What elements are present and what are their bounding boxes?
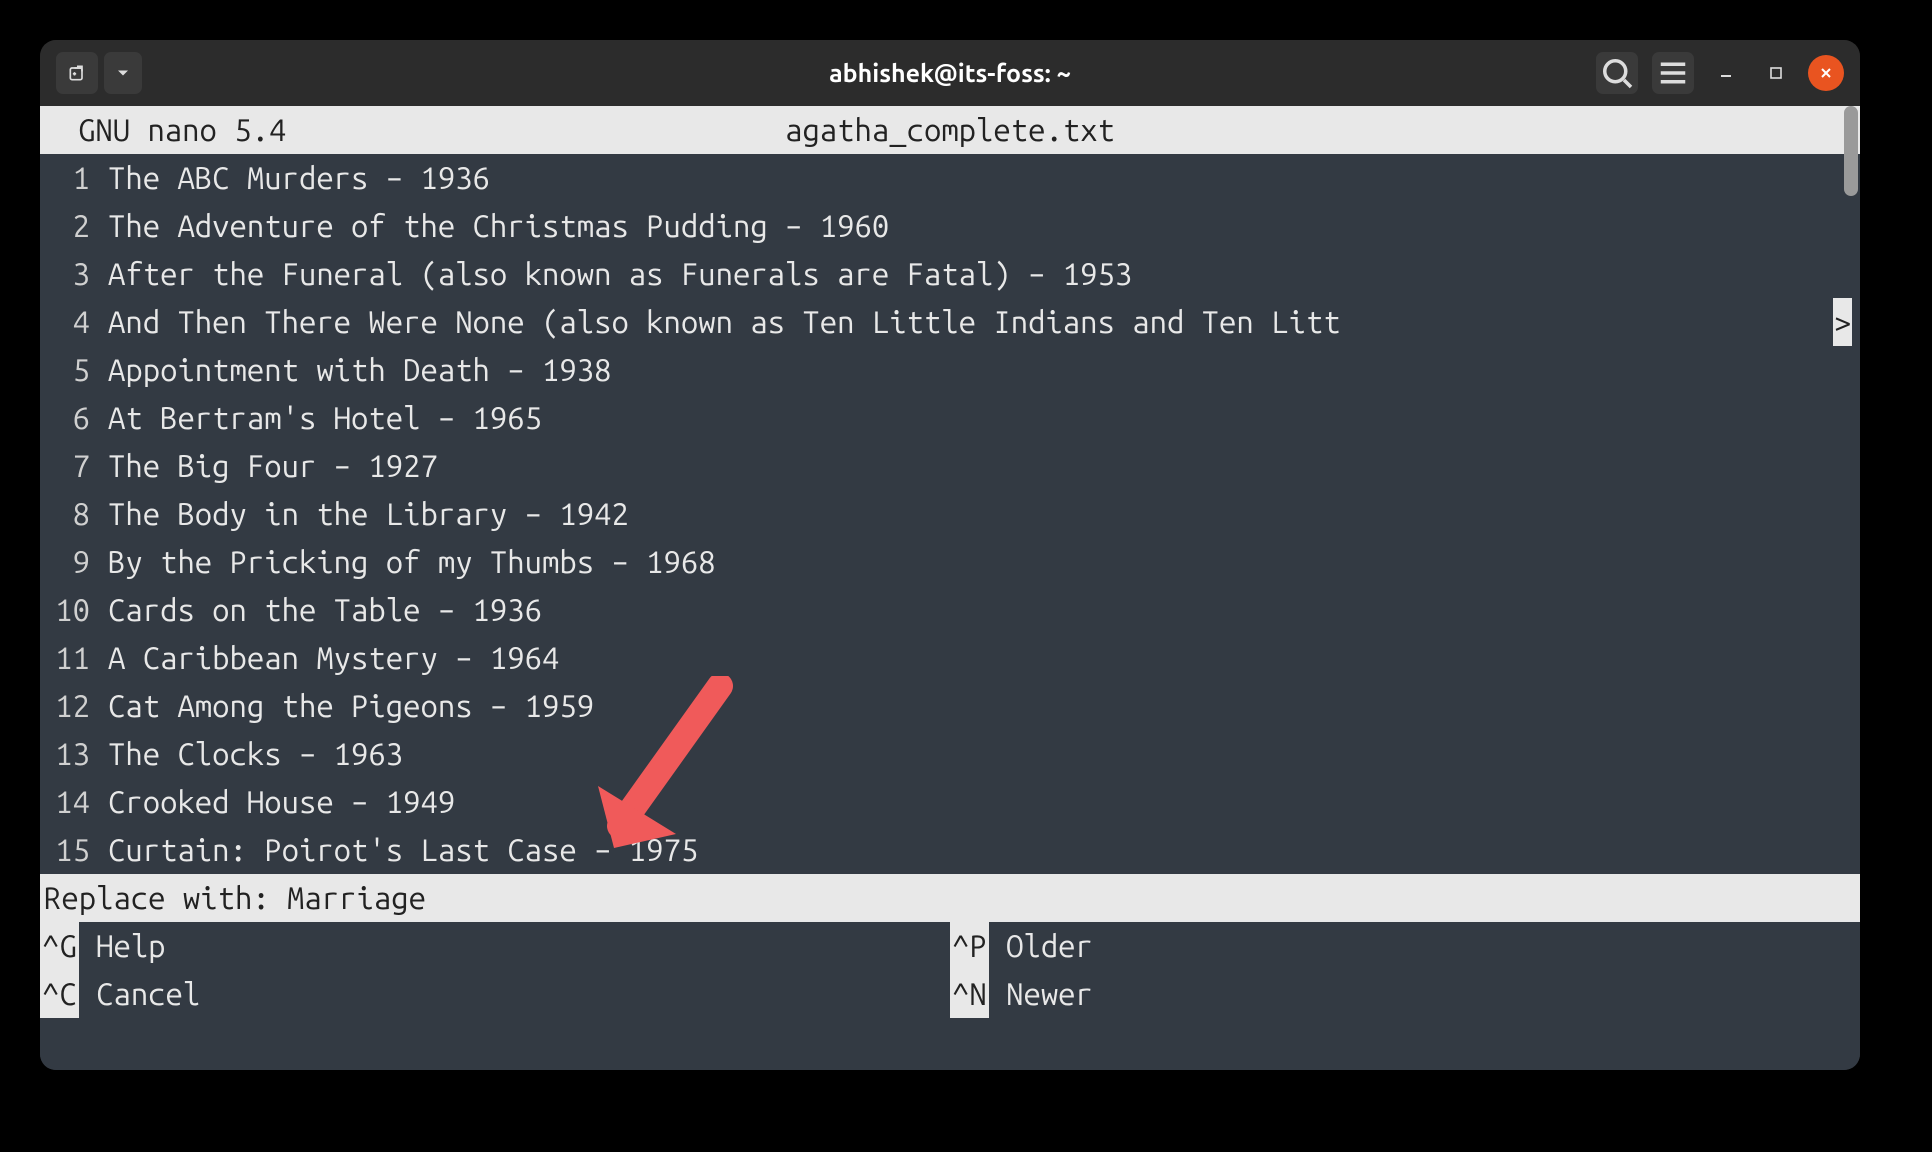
close-icon bbox=[1819, 66, 1833, 80]
line-number: 7 bbox=[40, 442, 90, 490]
line-text: The Body in the Library – 1942 bbox=[90, 490, 629, 538]
line-text: By the Pricking of my Thumbs – 1968 bbox=[90, 538, 716, 586]
shortcut-older: ^P Older bbox=[950, 922, 1860, 970]
shortcut-key: ^N bbox=[950, 970, 989, 1018]
shortcut-label: Cancel bbox=[79, 970, 201, 1018]
new-tab-icon bbox=[67, 63, 87, 83]
editor-line: 12Cat Among the Pigeons – 1959 bbox=[40, 682, 1860, 730]
window-title: abhishek@its-foss: ~ bbox=[40, 59, 1860, 87]
editor-line: 13The Clocks – 1963 bbox=[40, 730, 1860, 778]
editor-line: 3After the Funeral (also known as Funera… bbox=[40, 250, 1860, 298]
titlebar-right-controls bbox=[1596, 52, 1844, 94]
tab-dropdown-button[interactable] bbox=[104, 52, 142, 94]
editor-line: 5Appointment with Death – 1938 bbox=[40, 346, 1860, 394]
search-button[interactable] bbox=[1596, 52, 1638, 94]
minimize-icon bbox=[1718, 65, 1734, 81]
line-text: The Big Four – 1927 bbox=[90, 442, 438, 490]
editor-line: 10Cards on the Table – 1936 bbox=[40, 586, 1860, 634]
shortcut-key: ^C bbox=[40, 970, 79, 1018]
line-text: Crooked House – 1949 bbox=[90, 778, 455, 826]
shortcut-key: ^G bbox=[40, 922, 79, 970]
line-number: 15 bbox=[40, 826, 90, 874]
replace-prompt-bar[interactable]: Replace with: Marriage bbox=[40, 874, 1860, 922]
line-text: Curtain: Poirot's Last Case – 1975 bbox=[90, 826, 698, 874]
line-text: The Adventure of the Christmas Pudding –… bbox=[90, 202, 889, 250]
chevron-down-icon bbox=[113, 63, 133, 83]
editor-line: 1The ABC Murders – 1936 bbox=[40, 154, 1860, 202]
close-button[interactable] bbox=[1808, 55, 1844, 91]
shortcut-bar: ^G Help ^P Older ^C Cancel ^N Newer bbox=[40, 922, 1860, 1018]
shortcut-label: Newer bbox=[989, 970, 1093, 1018]
terminal-viewport[interactable]: GNU nano 5.4 agatha_complete.txt 1The AB… bbox=[40, 106, 1860, 1070]
maximize-icon bbox=[1769, 66, 1783, 80]
line-number: 14 bbox=[40, 778, 90, 826]
search-icon bbox=[1596, 52, 1638, 94]
scrollbar-thumb[interactable] bbox=[1844, 106, 1858, 196]
editor-line: 11A Caribbean Mystery – 1964 bbox=[40, 634, 1860, 682]
shortcut-label: Help bbox=[79, 922, 166, 970]
editor-line: 6At Bertram's Hotel – 1965 bbox=[40, 394, 1860, 442]
shortcut-cancel: ^C Cancel bbox=[40, 970, 950, 1018]
line-text: Cat Among the Pigeons – 1959 bbox=[90, 682, 594, 730]
line-number: 1 bbox=[40, 154, 90, 202]
new-tab-button[interactable] bbox=[56, 52, 98, 94]
shortcut-label: Older bbox=[989, 922, 1093, 970]
editor-line: 7The Big Four – 1927 bbox=[40, 442, 1860, 490]
line-number: 6 bbox=[40, 394, 90, 442]
minimize-button[interactable] bbox=[1708, 55, 1744, 91]
line-text: A Caribbean Mystery – 1964 bbox=[90, 634, 559, 682]
line-text: Cards on the Table – 1936 bbox=[90, 586, 542, 634]
line-text: After the Funeral (also known as Funeral… bbox=[90, 250, 1132, 298]
maximize-button[interactable] bbox=[1758, 55, 1794, 91]
editor-area[interactable]: 1The ABC Murders – 1936 2The Adventure o… bbox=[40, 154, 1860, 874]
line-number: 5 bbox=[40, 346, 90, 394]
replace-prompt-value: Marriage bbox=[287, 874, 426, 922]
line-text: The Clocks – 1963 bbox=[90, 730, 403, 778]
line-text: Appointment with Death – 1938 bbox=[90, 346, 611, 394]
line-text: At Bertram's Hotel – 1965 bbox=[90, 394, 542, 442]
shortcut-newer: ^N Newer bbox=[950, 970, 1860, 1018]
terminal-window: abhishek@its-foss: ~ bbox=[40, 40, 1860, 1070]
line-number: 9 bbox=[40, 538, 90, 586]
editor-line: 15Curtain: Poirot's Last Case – 1975 bbox=[40, 826, 1860, 874]
line-text: The ABC Murders – 1936 bbox=[90, 154, 490, 202]
nano-filename: agatha_complete.txt bbox=[40, 106, 1860, 154]
editor-line: 2The Adventure of the Christmas Pudding … bbox=[40, 202, 1860, 250]
line-number: 8 bbox=[40, 490, 90, 538]
nano-header-bar: GNU nano 5.4 agatha_complete.txt bbox=[40, 106, 1860, 154]
shortcut-help: ^G Help bbox=[40, 922, 950, 970]
titlebar-left-controls bbox=[56, 52, 142, 94]
editor-line: 9By the Pricking of my Thumbs – 1968 bbox=[40, 538, 1860, 586]
line-number: 13 bbox=[40, 730, 90, 778]
line-text: And Then There Were None (also known as … bbox=[90, 298, 1341, 346]
titlebar: abhishek@its-foss: ~ bbox=[40, 40, 1860, 106]
line-number: 10 bbox=[40, 586, 90, 634]
line-number: 3 bbox=[40, 250, 90, 298]
hamburger-icon bbox=[1652, 52, 1694, 94]
menu-button[interactable] bbox=[1652, 52, 1694, 94]
line-number: 4 bbox=[40, 298, 90, 346]
editor-line: 4And Then There Were None (also known as… bbox=[40, 298, 1860, 346]
line-number: 12 bbox=[40, 682, 90, 730]
line-continuation-marker: > bbox=[1833, 298, 1852, 346]
replace-prompt-label: Replace with: bbox=[44, 874, 287, 922]
line-number: 11 bbox=[40, 634, 90, 682]
line-number: 2 bbox=[40, 202, 90, 250]
editor-line: 14Crooked House – 1949 bbox=[40, 778, 1860, 826]
shortcut-key: ^P bbox=[950, 922, 989, 970]
editor-line: 8The Body in the Library – 1942 bbox=[40, 490, 1860, 538]
